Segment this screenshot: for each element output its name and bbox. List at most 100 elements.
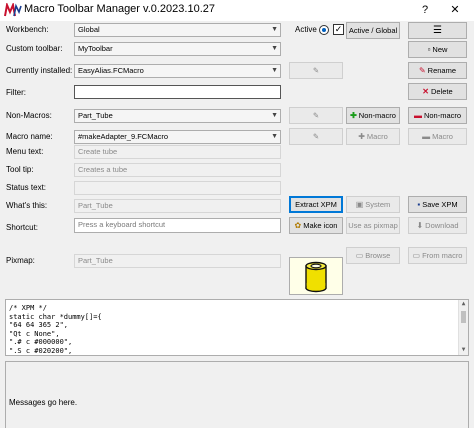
pin-icon: ✎: [312, 66, 320, 75]
xpm-line: /* XPM */: [9, 304, 47, 312]
shortcut-input[interactable]: Press a keyboard shortcut: [74, 218, 281, 233]
remove-non-macro-label: Non-macro: [423, 111, 462, 120]
status-text-field[interactable]: [74, 181, 281, 195]
remove-macro-label: Macro: [432, 132, 453, 141]
help-button[interactable]: ?: [410, 1, 440, 19]
chevron-down-icon: ▼: [271, 133, 278, 140]
remove-macro-button[interactable]: ▬ Macro: [408, 128, 467, 145]
dialog-body: Workbench: Global ▼ Active ✓ Active / Glo…: [0, 21, 474, 428]
xpm-line: ".# c #000000",: [9, 338, 73, 346]
minus-icon: ▬: [422, 132, 431, 141]
macro-name-label: Macro name:: [6, 132, 53, 141]
workbench-value: Global: [78, 25, 100, 34]
tube-icon: [305, 261, 327, 293]
non-macro-pin-button[interactable]: ✎: [289, 107, 343, 124]
from-macro-label: From macro: [422, 251, 463, 260]
custom-toolbar-combo[interactable]: MyToolbar ▼: [74, 42, 281, 56]
custom-toolbar-label: Custom toolbar:: [6, 44, 63, 53]
download-button[interactable]: ⬇ Download: [408, 217, 467, 234]
filter-input[interactable]: [74, 85, 281, 99]
system-button[interactable]: ▣ System: [346, 196, 400, 213]
browse-button[interactable]: ▭ Browse: [346, 247, 400, 264]
make-icon-label: Make icon: [303, 221, 338, 230]
rename-icon: ✎: [418, 66, 426, 75]
tool-tip-field[interactable]: Creates a tube: [74, 163, 281, 177]
system-label: System: [365, 200, 391, 209]
pixmap-field[interactable]: Part_Tube: [74, 254, 281, 268]
pin-icon: ✎: [312, 111, 320, 120]
new-button[interactable]: ▫ New: [408, 41, 467, 58]
chevron-down-icon: ▼: [271, 112, 278, 119]
rename-button[interactable]: ✎ Rename: [408, 62, 467, 79]
plus-icon: ✚: [350, 111, 357, 120]
scroll-up-icon[interactable]: ▲: [459, 300, 468, 309]
delete-icon: ✕: [422, 87, 429, 96]
active-radio[interactable]: [319, 25, 329, 35]
download-icon: ⬇: [416, 221, 424, 230]
extract-xpm-button[interactable]: Extract XPM: [289, 196, 343, 213]
whats-this-field[interactable]: Part_Tube: [74, 199, 281, 213]
messages-text: Messages go here.: [9, 398, 78, 407]
chevron-down-icon: ▼: [271, 26, 278, 33]
workbench-combo[interactable]: Global ▼: [74, 23, 281, 37]
scroll-down-icon[interactable]: ▼: [459, 346, 468, 355]
download-label: Download: [425, 221, 459, 230]
add-macro-button[interactable]: ✚ Macro: [346, 128, 400, 145]
non-macros-value: Part_Tube: [78, 111, 113, 120]
pixmap-preview: [289, 257, 343, 295]
add-non-macro-button[interactable]: ✚ Non-macro: [346, 107, 400, 124]
menu-button[interactable]: ☰: [408, 22, 467, 39]
from-macro-icon: ▭: [412, 251, 421, 260]
plus-icon: ✚: [358, 132, 365, 141]
shortcut-label: Shortcut:: [6, 223, 39, 232]
messages-panel: Messages go here.: [5, 361, 469, 428]
browse-label: Browse: [365, 251, 391, 260]
macro-pin-button[interactable]: ✎: [289, 128, 343, 145]
xpm-line: "Qt c None",: [9, 329, 60, 338]
xpm-text-area[interactable]: /* XPM */ static char *dummy[]={ "64 64 …: [5, 299, 469, 356]
workbench-label: Workbench:: [6, 25, 49, 34]
close-button[interactable]: ✕: [440, 1, 470, 19]
from-macro-button[interactable]: ▭ From macro: [408, 247, 467, 264]
save-xpm-button[interactable]: ▪ Save XPM: [408, 196, 467, 213]
pin-icon: ✎: [312, 132, 320, 141]
custom-toolbar-value: MyToolbar: [78, 44, 113, 53]
pixmap-label: Pixmap:: [6, 256, 35, 265]
currently-installed-combo[interactable]: EasyAlias.FCMacro ▼: [74, 64, 281, 78]
active-global-button[interactable]: Active / Global: [346, 22, 400, 39]
macro-name-combo[interactable]: #makeAdapter_9.FCMacro ▼: [74, 130, 281, 144]
new-file-icon: ▫: [427, 45, 431, 54]
install-pin-button[interactable]: ✎: [289, 62, 343, 79]
add-non-macro-label: Non-macro: [358, 111, 396, 120]
scroll-thumb[interactable]: [461, 311, 466, 323]
save-xpm-label: Save XPM: [422, 200, 458, 209]
menu-text-field[interactable]: Create tube: [74, 145, 281, 159]
window-title: Macro Toolbar Manager v.0.2023.10.27: [24, 3, 215, 15]
minus-icon: ▬: [413, 111, 422, 120]
system-icon: ▣: [355, 200, 364, 209]
non-macros-combo[interactable]: Part_Tube ▼: [74, 109, 281, 123]
currently-installed-label: Currently installed:: [6, 66, 73, 75]
title-bar: Macro Toolbar Manager v.0.2023.10.27 ? ✕: [0, 0, 474, 21]
make-icon-icon: ✿: [294, 221, 302, 230]
macro-name-value: #makeAdapter_9.FCMacro: [78, 132, 169, 141]
xpm-line: static char *dummy[]={: [9, 312, 102, 321]
xpm-scrollbar[interactable]: ▲ ▼: [458, 300, 468, 355]
currently-installed-value: EasyAlias.FCMacro: [78, 66, 144, 75]
delete-button[interactable]: ✕ Delete: [408, 83, 467, 100]
active-label: Active: [295, 25, 317, 34]
xpm-line: "64 64 365 2",: [9, 321, 69, 329]
xpm-line: ".S c #020200",: [9, 346, 73, 355]
make-icon-button[interactable]: ✿ Make icon: [289, 217, 343, 234]
active-checkbox[interactable]: ✓: [333, 24, 344, 35]
new-label: New: [432, 45, 448, 54]
rename-label: Rename: [427, 66, 457, 75]
save-icon: ▪: [417, 200, 421, 209]
menu-text-label: Menu text:: [6, 147, 44, 156]
remove-non-macro-button[interactable]: ▬ Non-macro: [408, 107, 467, 124]
use-as-pixmap-button[interactable]: Use as pixmap: [346, 217, 400, 234]
status-text-label: Status text:: [6, 183, 47, 192]
menu-icon: ☰: [433, 25, 442, 36]
chevron-down-icon: ▼: [271, 67, 278, 74]
whats-this-label: What's this:: [6, 201, 48, 210]
